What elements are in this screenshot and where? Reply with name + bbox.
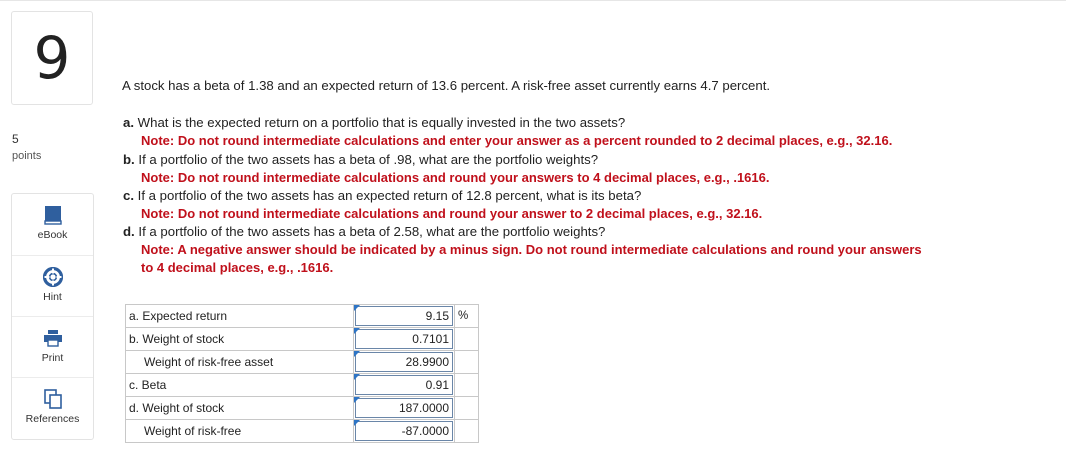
part-c-question: c. If a portfolio of the two assets has …: [123, 187, 641, 204]
hint-button[interactable]: Hint: [12, 255, 93, 316]
flag-icon: [354, 328, 360, 334]
part-c-letter: c.: [123, 188, 134, 203]
hint-label: Hint: [43, 291, 62, 303]
beta-input[interactable]: 0.91: [355, 375, 453, 395]
references-icon: [43, 388, 62, 410]
ebook-label: eBook: [37, 229, 68, 241]
answer-cell: 0.91: [353, 373, 455, 397]
answer-label: b. Weight of stock: [125, 327, 354, 351]
table-row: b. Weight of stock 0.7101: [125, 327, 479, 351]
unit-label: [454, 327, 479, 351]
flag-icon: [354, 397, 360, 403]
weight-of-risk-free-b-input[interactable]: 28.9900: [355, 352, 453, 372]
weight-of-stock-d-input[interactable]: 187.0000: [355, 398, 453, 418]
part-d-note-line1: Note: A negative answer should be indica…: [141, 242, 922, 257]
print-icon: [43, 327, 63, 349]
answer-label: a. Expected return: [125, 304, 354, 328]
part-a-note: Note: Do not round intermediate calculat…: [141, 133, 893, 148]
answer-cell: 187.0000: [353, 396, 455, 420]
references-label: References: [25, 413, 80, 425]
answer-label: Weight of risk-free: [125, 419, 354, 443]
weight-of-stock-b-input[interactable]: 0.7101: [355, 329, 453, 349]
table-row: d. Weight of stock 187.0000: [125, 396, 479, 420]
table-row: Weight of risk-free asset 28.9900: [125, 350, 479, 374]
answer-cell: 0.7101: [353, 327, 455, 351]
table-row: Weight of risk-free -87.0000: [125, 419, 479, 443]
answer-cell: 28.9900: [353, 350, 455, 374]
part-c-text: If a portfolio of the two assets has an …: [137, 188, 642, 203]
part-a-text: What is the expected return on a portfol…: [137, 115, 626, 130]
flag-icon: [354, 305, 360, 311]
references-button[interactable]: References: [12, 377, 93, 438]
part-b-text: If a portfolio of the two assets has a b…: [138, 152, 599, 167]
table-row: a. Expected return 9.15 %: [125, 304, 479, 328]
points-value: 5: [12, 132, 19, 146]
answer-label: d. Weight of stock: [125, 396, 354, 420]
print-button[interactable]: Print: [12, 316, 93, 377]
unit-label: [454, 419, 479, 443]
question-page: 9 5 points eBook Hint Print References A…: [0, 0, 1066, 449]
answer-table: a. Expected return 9.15 % b. Weight of s…: [125, 304, 479, 443]
points-label: points: [12, 150, 42, 162]
unit-label: [454, 350, 479, 374]
part-d-question: d. If a portfolio of the two assets has …: [123, 223, 605, 240]
answer-cell: 9.15: [353, 304, 455, 328]
part-b-question: b. If a portfolio of the two assets has …: [123, 151, 598, 168]
part-c-note: Note: Do not round intermediate calculat…: [141, 206, 763, 221]
part-d-note-line2: to 4 decimal places, e.g., .1616.: [141, 260, 334, 275]
question-number: 9: [11, 11, 93, 105]
table-row: c. Beta 0.91: [125, 373, 479, 397]
tools-panel: eBook Hint Print References: [11, 193, 94, 440]
book-icon: [43, 204, 62, 226]
unit-label: [454, 373, 479, 397]
question-number-text: 9: [33, 24, 71, 92]
question-intro: A stock has a beta of 1.38 and an expect…: [122, 78, 771, 93]
part-b-note: Note: Do not round intermediate calculat…: [141, 170, 770, 185]
ebook-button[interactable]: eBook: [12, 194, 93, 254]
print-label: Print: [41, 352, 64, 364]
top-divider: [0, 0, 1066, 1]
answer-cell: -87.0000: [353, 419, 455, 443]
hint-icon: [42, 266, 63, 288]
flag-icon: [354, 420, 360, 426]
answer-label: c. Beta: [125, 373, 354, 397]
expected-return-input[interactable]: 9.15: [355, 306, 453, 326]
part-d-text: If a portfolio of the two assets has a b…: [138, 224, 606, 239]
weight-of-risk-free-d-input[interactable]: -87.0000: [355, 421, 453, 441]
part-a-question: a. What is the expected return on a port…: [123, 114, 625, 131]
flag-icon: [354, 351, 360, 357]
unit-label: %: [454, 304, 479, 328]
part-a-letter: a.: [123, 115, 134, 130]
unit-label: [454, 396, 479, 420]
part-d-letter: d.: [123, 224, 135, 239]
part-b-letter: b.: [123, 152, 135, 167]
answer-label: Weight of risk-free asset: [125, 350, 354, 374]
flag-icon: [354, 374, 360, 380]
